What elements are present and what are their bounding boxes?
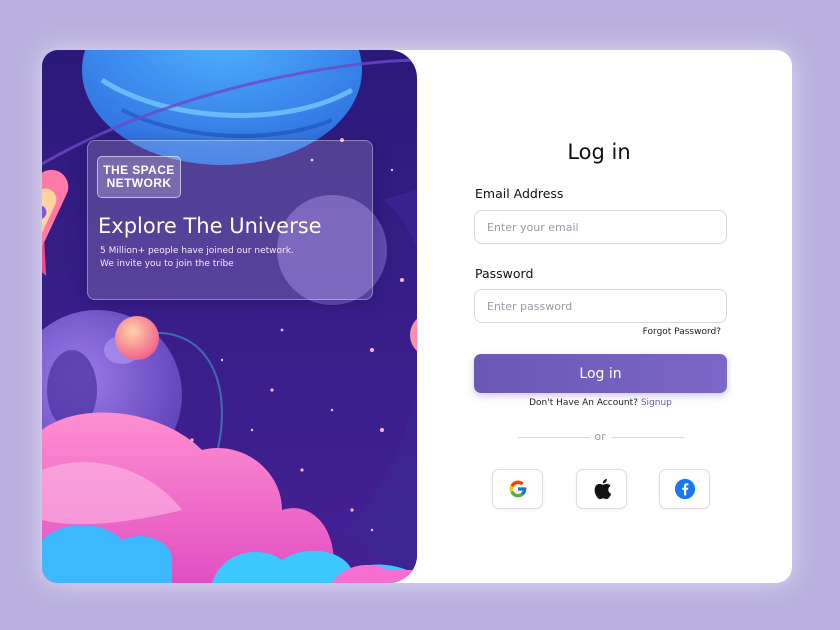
- signup-link[interactable]: Signup: [641, 398, 672, 408]
- email-label: Email Address: [475, 186, 564, 201]
- google-login-button[interactable]: [492, 469, 543, 509]
- password-field[interactable]: [474, 289, 727, 323]
- login-button[interactable]: Log in: [474, 354, 727, 393]
- email-field[interactable]: [474, 210, 727, 244]
- forgot-password-link[interactable]: Forgot Password?: [600, 327, 721, 337]
- facebook-login-button[interactable]: [659, 469, 710, 509]
- brand-line-2: NETWORK: [106, 176, 172, 190]
- hero-subtitle-line-2: We invite you to join the tribe: [100, 259, 234, 269]
- space-illustration: [42, 50, 417, 583]
- apple-login-button[interactable]: [576, 469, 627, 509]
- divider-left: [518, 437, 590, 438]
- facebook-icon: [674, 478, 695, 500]
- signup-row: Don't Have An Account? Signup: [474, 398, 727, 408]
- google-icon: [509, 480, 526, 498]
- space-illustration-svg: [42, 50, 417, 583]
- or-separator: or: [594, 430, 606, 443]
- page-title: Log in: [567, 140, 631, 164]
- brand-logo: THE SPACE NETWORK: [97, 156, 181, 198]
- hero-subtitle-line-1: 5 Million+ people have joined our networ…: [100, 246, 294, 256]
- divider-right: [612, 437, 684, 438]
- apple-icon: [594, 478, 611, 500]
- password-label: Password: [475, 266, 534, 281]
- no-account-text: Don't Have An Account?: [529, 398, 638, 408]
- hero-title: Explore The Universe: [98, 214, 322, 238]
